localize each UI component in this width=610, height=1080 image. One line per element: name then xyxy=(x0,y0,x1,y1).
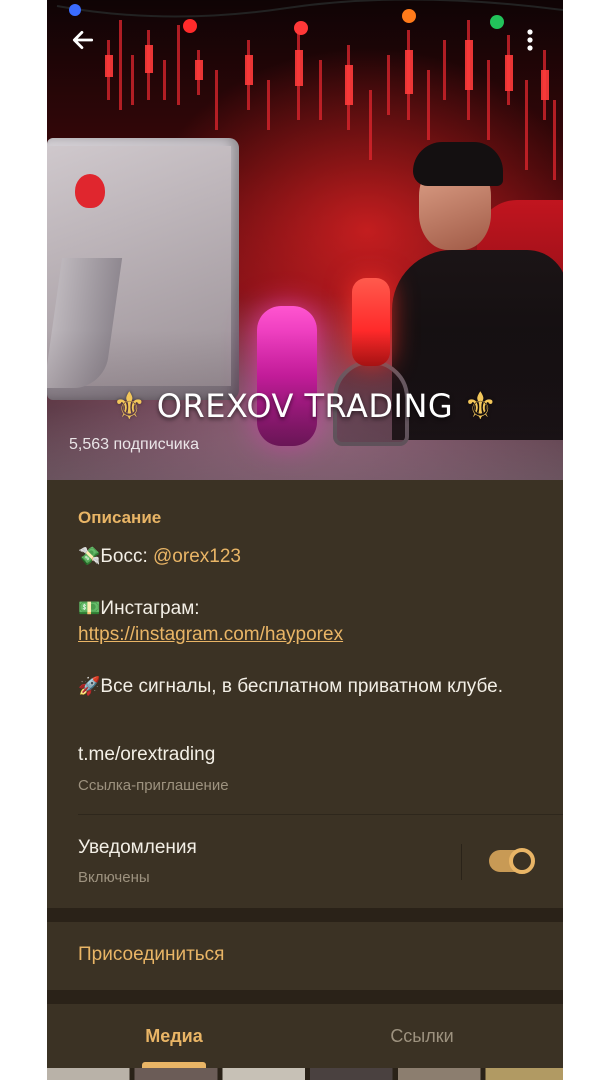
rocket-icon: 🚀 xyxy=(78,676,101,697)
join-button[interactable]: Присоединиться xyxy=(47,922,563,990)
invite-link[interactable]: t.me/orextrading xyxy=(78,744,215,766)
channel-description: 💸Босс: @orex123 💵Инстаграм: https://inst… xyxy=(78,544,538,726)
notifications-toggle[interactable] xyxy=(489,848,535,874)
divider xyxy=(78,814,563,815)
description-line-boss: 💸Босс: @orex123 xyxy=(78,546,241,567)
description-line-instagram: 💵Инстаграм: https://instagram.com/haypor… xyxy=(78,598,344,645)
tab-media[interactable]: Медиа xyxy=(111,1026,237,1047)
divider xyxy=(461,844,462,880)
more-options-button[interactable] xyxy=(515,22,545,58)
more-vertical-icon xyxy=(527,29,533,51)
back-button[interactable] xyxy=(65,22,101,58)
channel-info-section: Описание 💸Босс: @orex123 💵Инстаграм: htt… xyxy=(47,480,563,908)
channel-title-text: OREXOV TRADING xyxy=(156,387,454,425)
fleur-de-lis-icon: ⚜ xyxy=(463,384,498,428)
media-thumbnails-strip[interactable] xyxy=(47,1068,563,1080)
notifications-label: Уведомления xyxy=(78,837,197,858)
arrow-left-icon xyxy=(72,31,94,49)
boss-username-link[interactable]: @orex123 xyxy=(153,546,241,567)
fleur-de-lis-icon: ⚜ xyxy=(112,384,147,428)
channel-profile-screen: ⚜ OREXOV TRADING ⚜ 5,563 подписчика Опис… xyxy=(47,0,563,1080)
channel-cover-image: ⚜ OREXOV TRADING ⚜ 5,563 подписчика xyxy=(47,0,563,480)
garland-lights-graphic xyxy=(56,0,563,35)
instagram-link[interactable]: https://instagram.com/hayporex xyxy=(78,624,343,645)
join-button-label: Присоединиться xyxy=(78,944,225,965)
dollar-banknote-icon: 💵 xyxy=(78,598,101,619)
media-tabs: Медиа Ссылки xyxy=(47,1004,563,1068)
apple-logo-icon xyxy=(75,174,105,208)
toggle-knob xyxy=(509,848,535,874)
notifications-status: Включены xyxy=(78,869,150,886)
tab-links[interactable]: Ссылки xyxy=(357,1026,487,1047)
subscriber-count: 5,563 подписчика xyxy=(69,436,199,453)
channel-title: ⚜ OREXOV TRADING ⚜ xyxy=(47,384,563,428)
money-wings-icon: 💸 xyxy=(78,546,101,567)
invite-link-caption: Ссылка-приглашение xyxy=(78,777,229,794)
description-header: Описание xyxy=(78,508,162,527)
description-line-signals: 🚀Все сигналы, в бесплатном приватном клу… xyxy=(78,676,504,697)
